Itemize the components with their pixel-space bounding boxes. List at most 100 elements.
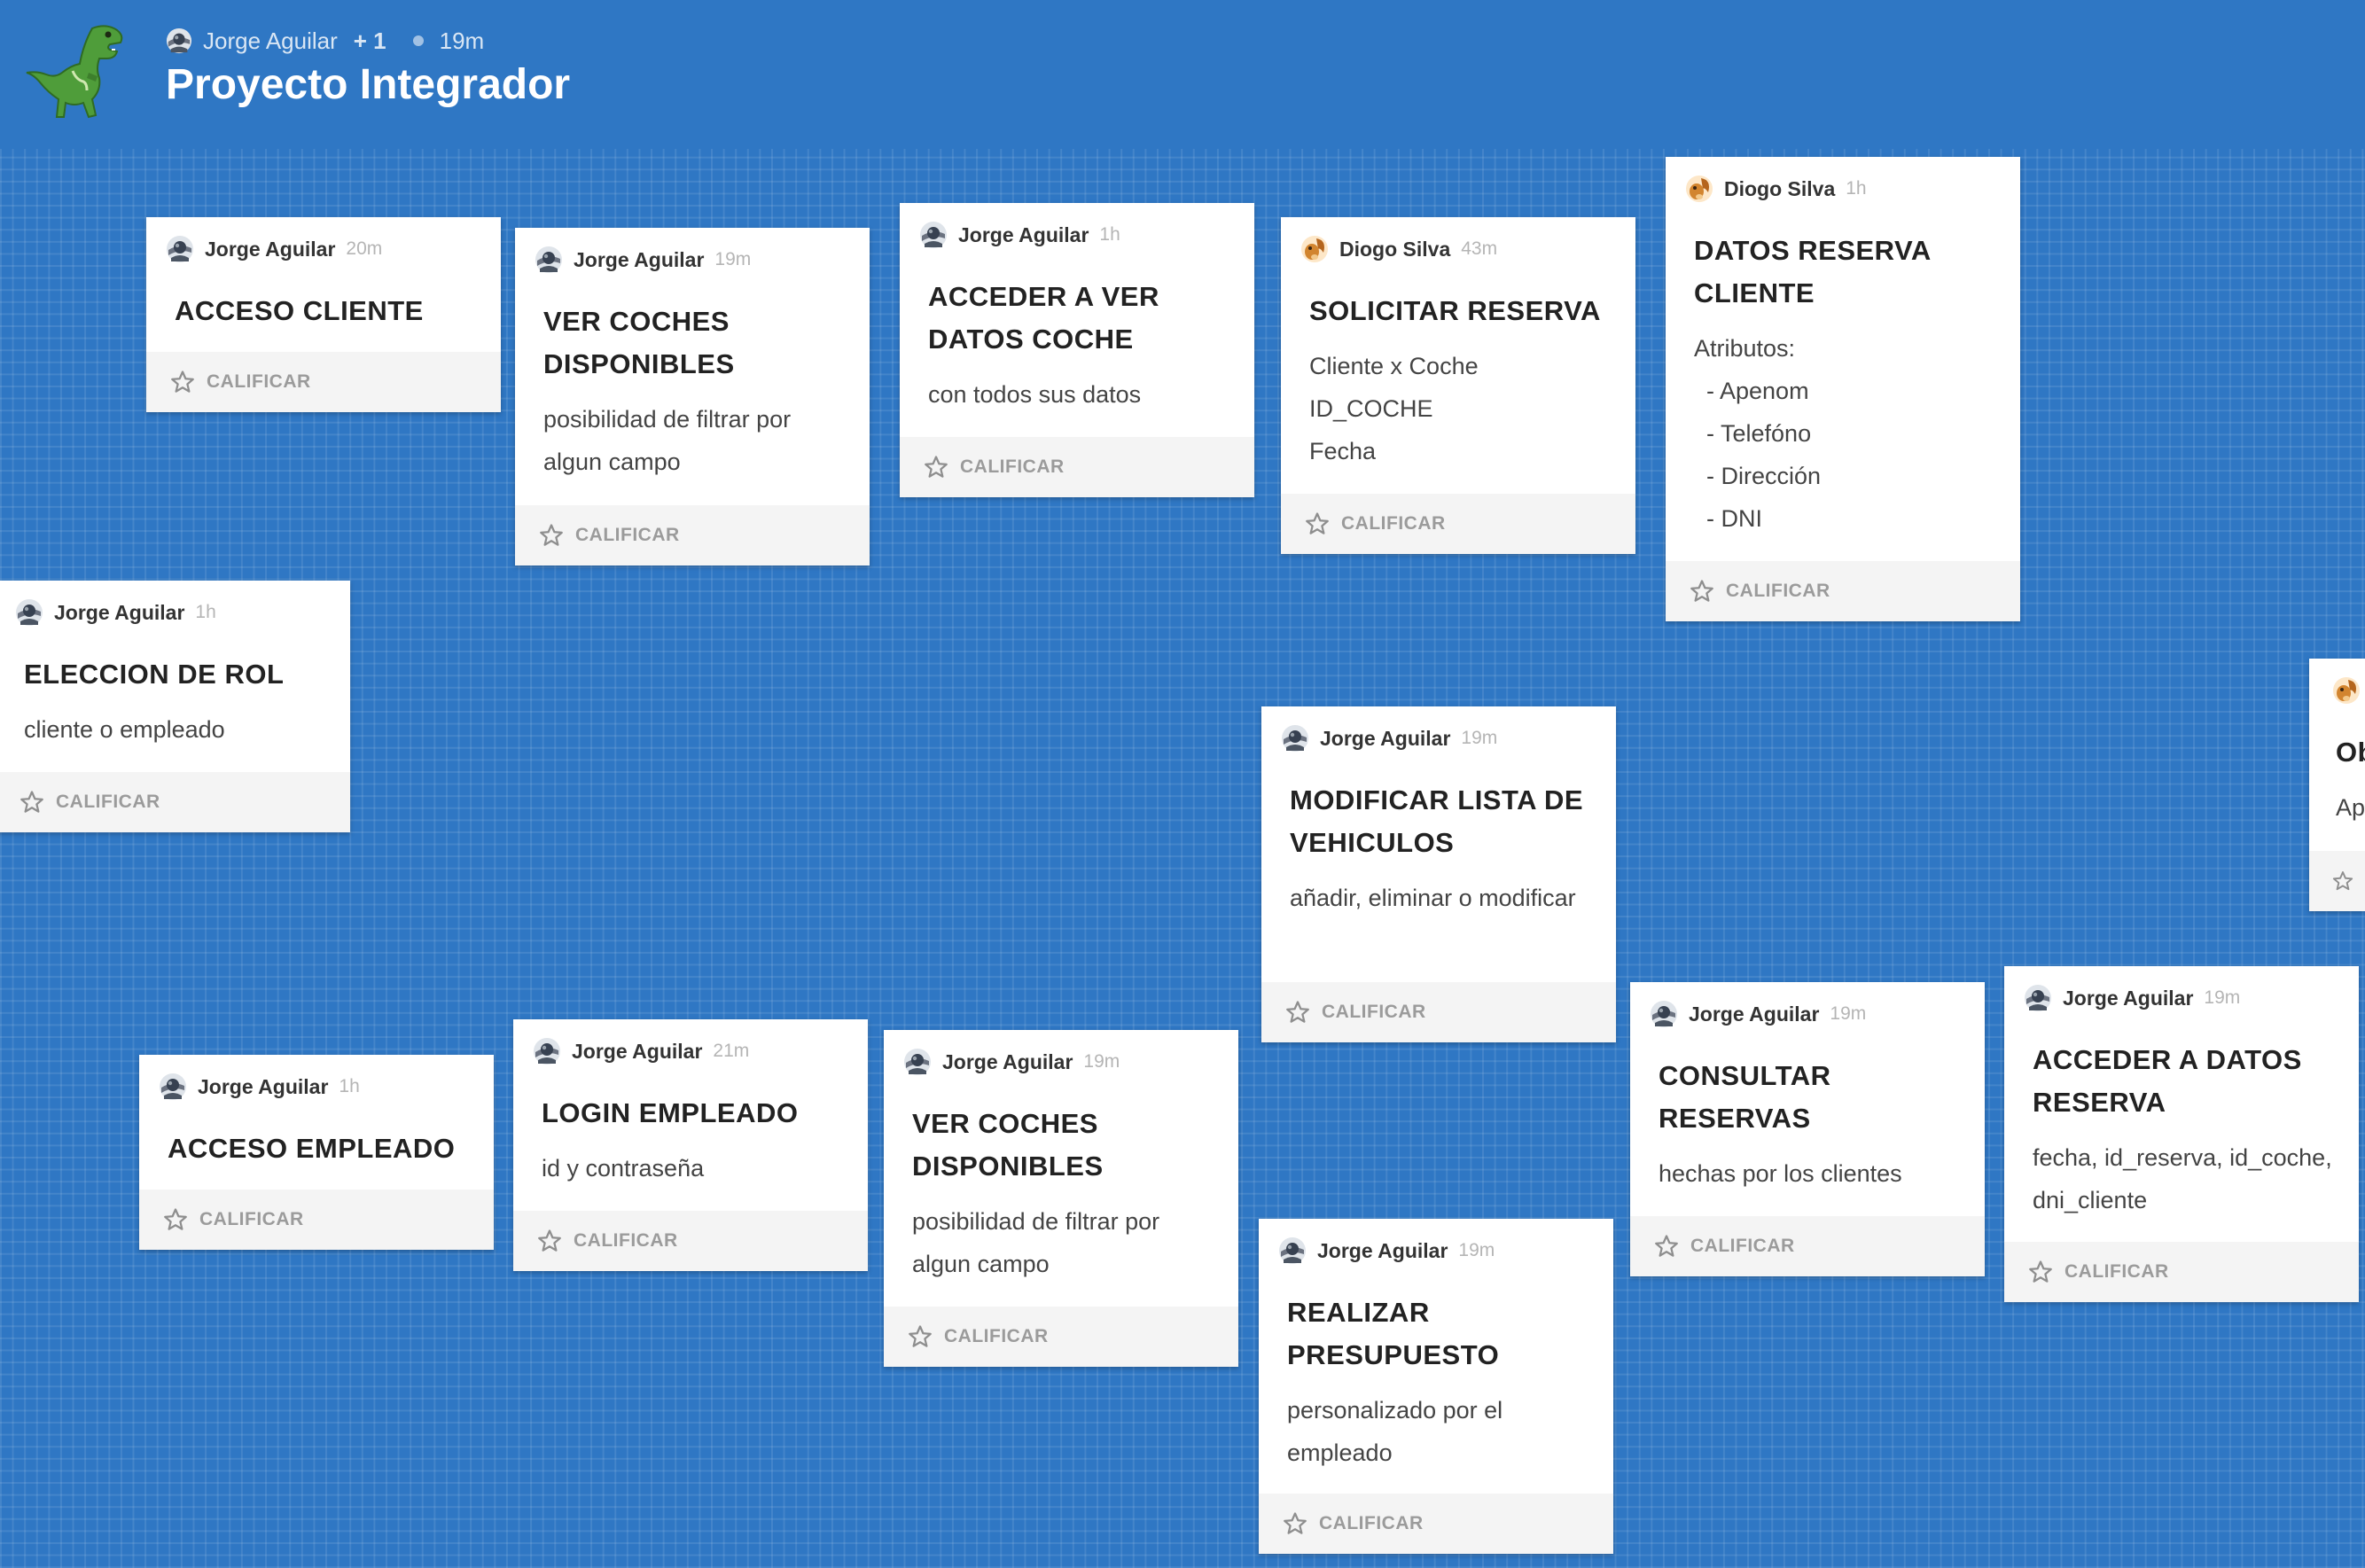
board-author[interactable]: Jorge Aguilar	[203, 27, 338, 55]
star-icon[interactable]	[169, 369, 196, 395]
post-body: hechas por los clientes	[1659, 1160, 1902, 1187]
rate-label[interactable]: CALIFICAR	[1322, 1002, 1426, 1023]
rate-bar[interactable]: CALIFICAR	[515, 505, 870, 566]
post-author[interactable]: Jorge Aguilar	[205, 238, 335, 261]
post-card[interactable]: Jorge Aguilar 19m VER COCHES DISPONIBLES…	[515, 228, 870, 566]
post-author[interactable]: Jorge Aguilar	[942, 1050, 1073, 1074]
star-icon[interactable]	[1653, 1233, 1680, 1260]
star-icon[interactable]	[162, 1206, 189, 1233]
post-body: añadir, eliminar o modificar	[1290, 885, 1576, 911]
post-title: VER COCHES DISPONIBLES	[912, 1108, 1104, 1182]
post-title: Ob	[2336, 737, 2365, 768]
post-card[interactable]: Jorge Aguilar 19m ACCEDER A DATOS RESERV…	[2004, 966, 2359, 1302]
rate-bar[interactable]: CALIFICAR	[900, 437, 1254, 497]
rate-bar[interactable]: CALIFICAR	[1261, 982, 1616, 1042]
post-card[interactable]: Jorge Aguilar 1h ACCESO EMPLEADO CALIFIC…	[139, 1055, 494, 1250]
star-icon[interactable]	[2331, 868, 2354, 894]
post-card[interactable]: Ob Ap	[2309, 659, 2365, 911]
post-author[interactable]: Jorge Aguilar	[1317, 1239, 1448, 1263]
rate-bar[interactable]: CALIFICAR	[2004, 1242, 2359, 1302]
post-author[interactable]: Jorge Aguilar	[1320, 727, 1450, 751]
collaborator-count[interactable]: + 1	[354, 27, 386, 55]
rate-bar[interactable]: CALIFICAR	[884, 1307, 1238, 1367]
post-author[interactable]: Jorge Aguilar	[1689, 1002, 1819, 1026]
rate-label[interactable]: CALIFICAR	[1319, 1513, 1424, 1534]
rate-label[interactable]: CALIFICAR	[1726, 581, 1830, 602]
board-time: 19m	[439, 27, 485, 54]
rate-label[interactable]: CALIFICAR	[574, 1230, 678, 1252]
rate-label[interactable]: CALIFICAR	[2064, 1261, 2169, 1283]
post-author[interactable]: Jorge Aguilar	[2063, 987, 2193, 1010]
separator-dot	[412, 35, 424, 46]
star-icon[interactable]	[1284, 999, 1311, 1026]
board-header: Jorge Aguilar + 1 19m Proyecto Integrado…	[0, 0, 2365, 149]
post-card[interactable]: Jorge Aguilar 1h ACCEDER A VER DATOS COC…	[900, 203, 1254, 497]
planet-avatar-icon	[166, 235, 194, 263]
star-icon[interactable]	[538, 522, 565, 549]
rate-bar[interactable]	[2309, 851, 2365, 911]
rate-label[interactable]: CALIFICAR	[199, 1209, 304, 1230]
rate-bar[interactable]: CALIFICAR	[1259, 1494, 1613, 1554]
post-header: Jorge Aguilar 1h	[0, 581, 350, 628]
post-card[interactable]: Jorge Aguilar 20m ACCESO CLIENTE CALIFIC…	[146, 217, 501, 412]
post-card[interactable]: Jorge Aguilar 21m LOGIN EMPLEADO id y co…	[513, 1019, 868, 1271]
post-time: 43m	[1461, 238, 1498, 259]
post-time: 19m	[1830, 1003, 1867, 1024]
post-card[interactable]: Jorge Aguilar 19m MODIFICAR LISTA DE VEH…	[1261, 706, 1616, 1042]
post-body: cliente o empleado	[24, 716, 225, 743]
post-card[interactable]: Diogo Silva 43m SOLICITAR RESERVA Client…	[1281, 217, 1635, 554]
rate-label[interactable]: CALIFICAR	[207, 371, 311, 393]
rate-bar[interactable]: CALIFICAR	[0, 772, 350, 832]
star-icon[interactable]	[1689, 578, 1715, 605]
star-icon[interactable]	[2027, 1259, 2054, 1285]
rate-bar[interactable]: CALIFICAR	[513, 1211, 868, 1271]
board-title: Proyecto Integrador	[166, 61, 571, 108]
post-body-line: - Apenom	[1706, 378, 1809, 404]
rate-bar[interactable]: CALIFICAR	[139, 1190, 494, 1250]
post-title: REALIZAR PRESUPUESTO	[1287, 1297, 1500, 1370]
star-icon[interactable]	[536, 1228, 563, 1254]
star-icon[interactable]	[907, 1323, 933, 1350]
post-card[interactable]: Diogo Silva 1h DATOS RESERVA CLIENTE Atr…	[1666, 157, 2020, 621]
post-header	[2309, 659, 2365, 706]
rate-bar[interactable]: CALIFICAR	[146, 352, 501, 412]
star-icon[interactable]	[1282, 1510, 1308, 1537]
rate-bar[interactable]: CALIFICAR	[1281, 494, 1635, 554]
post-author[interactable]: Diogo Silva	[1339, 238, 1450, 261]
post-title: SOLICITAR RESERVA	[1309, 295, 1601, 326]
post-card[interactable]: Jorge Aguilar 19m VER COCHES DISPONIBLES…	[884, 1030, 1238, 1367]
post-author[interactable]: Jorge Aguilar	[574, 248, 704, 272]
rate-label[interactable]: CALIFICAR	[1341, 513, 1446, 534]
post-card[interactable]: Jorge Aguilar 19m CONSULTAR RESERVAS hec…	[1630, 982, 1985, 1276]
post-time: 19m	[714, 249, 752, 269]
rate-bar[interactable]: CALIFICAR	[1666, 561, 2020, 621]
post-header: Jorge Aguilar 1h	[139, 1055, 494, 1103]
post-body-line: - Telefóno	[1706, 420, 1812, 447]
post-author[interactable]: Diogo Silva	[1724, 177, 1835, 201]
post-header: Diogo Silva 43m	[1281, 217, 1635, 265]
post-body: posibilidad de filtrar por algun campo	[912, 1208, 1160, 1277]
post-header: Jorge Aguilar 19m	[2004, 966, 2359, 1014]
post-author[interactable]: Jorge Aguilar	[572, 1040, 702, 1064]
rate-label[interactable]: CALIFICAR	[960, 456, 1065, 478]
star-icon[interactable]	[1304, 511, 1331, 537]
rate-label[interactable]: CALIFICAR	[944, 1326, 1049, 1347]
post-card[interactable]: Jorge Aguilar 19m REALIZAR PRESUPUESTO p…	[1259, 1219, 1613, 1554]
post-title: ACCEDER A VER DATOS COCHE	[928, 281, 1159, 355]
post-time: 1h	[1099, 224, 1120, 245]
star-icon[interactable]	[923, 454, 949, 480]
planet-avatar-icon	[1650, 1000, 1678, 1028]
planet-avatar-icon	[1278, 1236, 1307, 1265]
rate-label[interactable]: CALIFICAR	[1690, 1236, 1795, 1257]
post-author[interactable]: Jorge Aguilar	[958, 223, 1089, 247]
post-body: Cliente x Coche ID_COCHE Fecha	[1281, 332, 1635, 472]
post-author[interactable]: Jorge Aguilar	[54, 601, 184, 625]
star-icon[interactable]	[19, 789, 45, 815]
post-card[interactable]: Jorge Aguilar 1h ELECCION DE ROL cliente…	[0, 581, 350, 832]
post-body: con todos sus datos	[928, 381, 1142, 408]
rate-bar[interactable]: CALIFICAR	[1630, 1216, 1985, 1276]
rate-label[interactable]: CALIFICAR	[575, 525, 680, 546]
post-author[interactable]: Jorge Aguilar	[198, 1075, 328, 1099]
rate-label[interactable]: CALIFICAR	[56, 792, 160, 813]
post-header: Jorge Aguilar 19m	[884, 1030, 1238, 1078]
